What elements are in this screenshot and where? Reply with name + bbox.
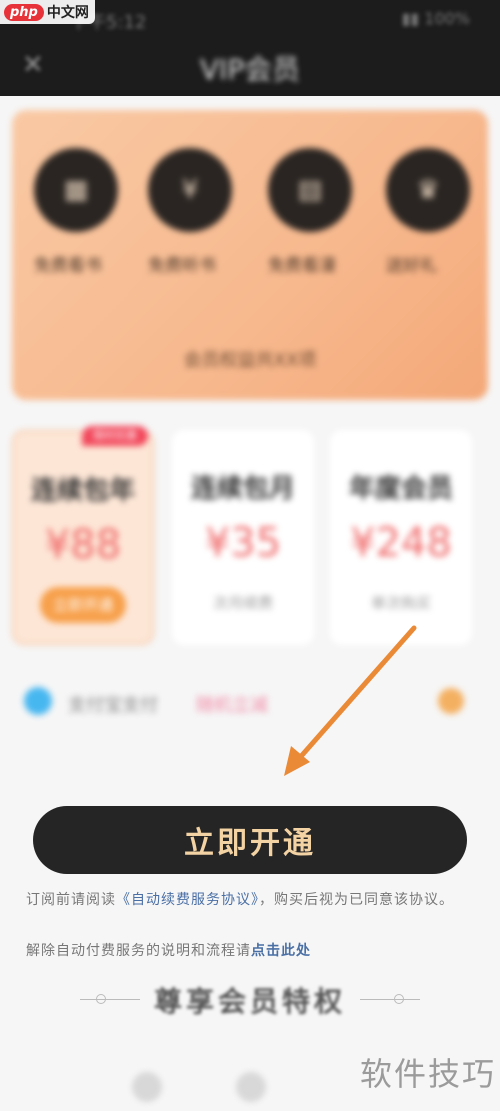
benefit-item[interactable]: ¥ 免费听书 (148, 148, 238, 278)
plan-name: 年度会员 (348, 474, 453, 504)
plan-price: ¥248 (350, 520, 452, 566)
plan-name: 连续包月 (190, 474, 295, 504)
watermark-php: php (4, 3, 44, 21)
gift-icon: ♛ (386, 148, 470, 232)
privilege-icon (236, 1072, 266, 1102)
payment-promo: 随机立减 (196, 695, 268, 716)
benefit-note: 会员权益共XX项 (183, 350, 317, 371)
benefit-label: 免费看漫 (268, 256, 336, 276)
benefit-item[interactable]: ♛ 送好礼 (386, 148, 476, 278)
privilege-title: 尊享会员特权 (153, 985, 346, 1018)
watermark-logo: php 中文网 (0, 0, 95, 24)
payment-method-label: 支付宝支付 (68, 695, 158, 716)
plan-card-monthly-auto[interactable]: 连续包月 ¥35 次月续费 (172, 430, 314, 645)
benefit-label: 免费听书 (148, 256, 216, 276)
privilege-heading: 尊享会员特权 (0, 974, 500, 1024)
plan-price: ¥88 (44, 522, 122, 568)
plan-card-annual[interactable]: 年度会员 ¥248 单次购买 (330, 430, 472, 645)
divider (360, 999, 420, 1000)
cancel-info-link[interactable]: 点击此处 (251, 943, 311, 959)
benefit-item[interactable]: ▦ 免费看书 (34, 148, 124, 278)
agreement-link[interactable]: 《自动续费服务协议》 (116, 892, 259, 908)
plan-selector: 限时优惠 连续包年 ¥88 立即开通 连续包月 ¥35 次月续费 年度会员 ¥2… (12, 426, 488, 645)
plan-tag: 限时优惠 (82, 426, 148, 446)
book-icon: ▦ (34, 148, 118, 232)
alipay-icon (24, 687, 52, 715)
title-bar: ✕ VIP会员 (0, 36, 500, 96)
watermark-cn: 中文网 (46, 5, 89, 21)
watermark-text: 软件技巧 (359, 1055, 496, 1093)
open-now-button[interactable]: 立即开通 (33, 806, 467, 874)
plan-card-yearly-auto[interactable]: 限时优惠 连续包年 ¥88 立即开通 (12, 426, 154, 645)
plan-subtitle: 单次购买 (370, 594, 431, 612)
plan-subtitle: 次月续费 (212, 594, 273, 612)
plan-subtitle: 立即开通 (40, 587, 126, 623)
payment-method-row[interactable]: 支付宝支付 随机立减 (24, 682, 464, 722)
plan-name: 连续包年 (30, 476, 135, 506)
page-title: VIP会员 (199, 53, 301, 86)
benefit-item[interactable]: ▤ 免费看漫 (268, 148, 358, 278)
agreement-prefix: 订阅前请阅读 (26, 892, 116, 908)
benefit-label: 免费看书 (34, 256, 102, 276)
privilege-icon (132, 1072, 162, 1102)
radio-selected-icon[interactable] (438, 688, 464, 714)
benefit-card: ▦ 免费看书 ¥ 免费听书 ▤ 免费看漫 ♛ 送好礼 会员权益共XX项 (12, 110, 488, 400)
cancel-info-text: 解除自动付费服务的说明和流程请 (26, 943, 251, 959)
agreement-text: 订阅前请阅读《自动续费服务协议》，购买后视为已同意该协议。 (26, 890, 476, 911)
benefit-label: 送好礼 (386, 256, 437, 276)
plan-price: ¥35 (204, 520, 282, 566)
cancel-info: 解除自动付费服务的说明和流程请点击此处 (26, 940, 476, 960)
agreement-suffix: ，购买后视为已同意该协议。 (259, 892, 454, 908)
grid-icon: ▤ (268, 148, 352, 232)
coin-icon: ¥ (148, 148, 232, 232)
status-signal: ▮▮ 100% (401, 9, 470, 28)
